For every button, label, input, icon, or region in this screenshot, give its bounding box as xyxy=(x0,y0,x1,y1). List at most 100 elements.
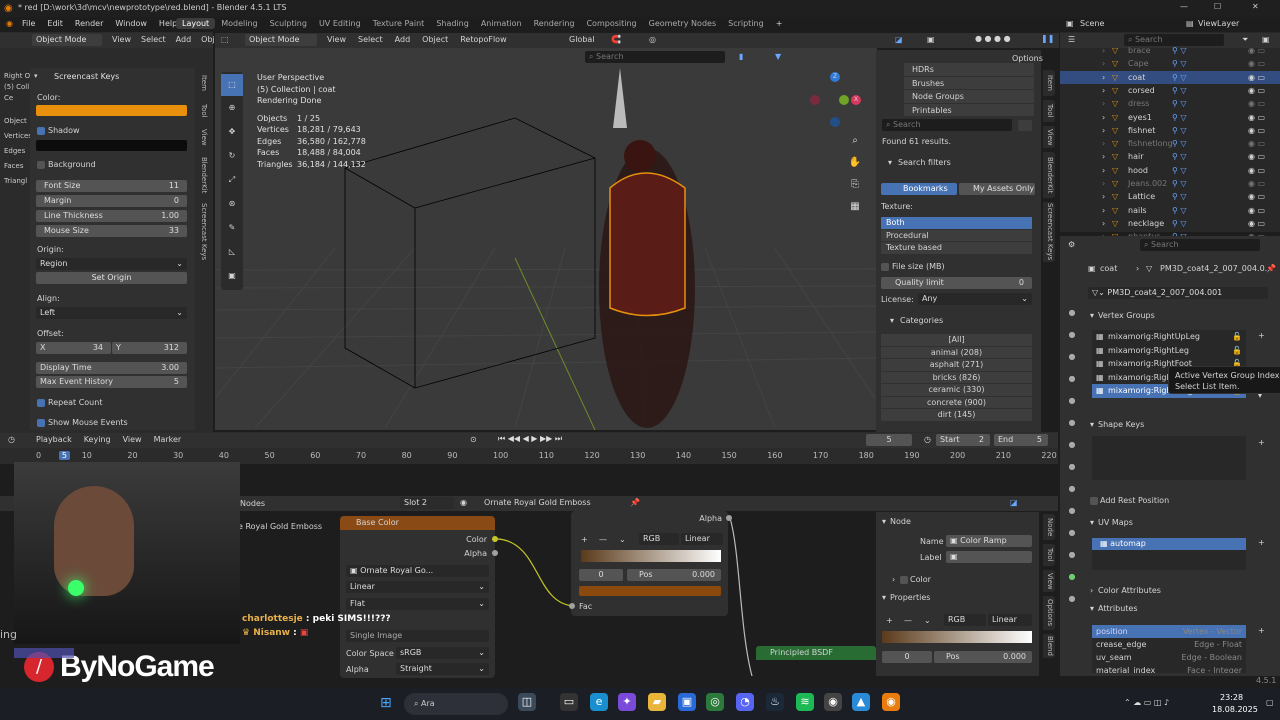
playback-controls-icon[interactable]: ⏮ ◀◀ ◀ ▶ ▶▶ ⏭ xyxy=(498,434,562,444)
obs-icon[interactable]: ◉ xyxy=(824,693,842,711)
attribute-row[interactable]: material_index Face - Integer xyxy=(1092,664,1246,673)
filter-icon[interactable]: ▼ xyxy=(775,52,781,61)
sidebar-tab[interactable]: Node xyxy=(1043,514,1055,540)
color-attributes-label[interactable]: Color Attributes xyxy=(1098,586,1161,595)
spotify-icon[interactable]: ≋ xyxy=(796,693,814,711)
category-item[interactable]: asphalt (271) xyxy=(881,359,1032,372)
menu-item[interactable]: Window xyxy=(115,19,147,28)
blender-taskbar-icon[interactable]: ◉ xyxy=(882,693,900,711)
chevron-down-icon[interactable]: ⌄ xyxy=(924,616,931,625)
viewport-mode-dropdown[interactable]: Object Mode xyxy=(245,34,317,46)
outliner-row[interactable]: › ▽ nails ⚲ ▽ ◉ ▭ xyxy=(1060,204,1280,217)
display-time-field[interactable]: Display Time 3.00 xyxy=(36,362,187,374)
expand-icon[interactable]: › xyxy=(1102,71,1105,84)
shadow-color-swatch[interactable] xyxy=(36,140,187,151)
ramp-mode-dropdown[interactable]: RGB xyxy=(639,533,679,545)
constraints-icon[interactable]: ● xyxy=(1064,544,1080,566)
ramp-gradient[interactable] xyxy=(581,550,721,562)
category-item[interactable]: [All] xyxy=(881,334,1032,347)
uv-maps-label[interactable]: UV Maps xyxy=(1098,518,1133,527)
pin-icon[interactable]: 📌 xyxy=(1266,264,1276,273)
visibility-icon[interactable]: ◉ ▭ xyxy=(1248,71,1265,84)
properties-search-field[interactable]: ⌕ Search xyxy=(1140,239,1260,251)
copilot-icon[interactable]: ✦ xyxy=(618,693,636,711)
sidebar-tab[interactable]: View xyxy=(1043,570,1055,592)
axis-neg-z-icon[interactable] xyxy=(830,117,840,127)
ramp-remove-icon[interactable]: — xyxy=(599,535,607,544)
expand-icon[interactable]: › xyxy=(1102,190,1105,203)
expand-icon[interactable]: › xyxy=(1102,150,1105,163)
record-icon[interactable]: ⊙ xyxy=(470,435,477,444)
axis-x-icon[interactable]: X xyxy=(851,95,861,105)
outliner-row[interactable]: › ▽ eyes1 ⚲ ▽ ◉ ▭ xyxy=(1060,111,1280,124)
sk-add-icon[interactable]: + xyxy=(1258,438,1265,447)
camera-icon[interactable]: ⎘ xyxy=(847,174,863,196)
workspace-tab[interactable]: Scripting xyxy=(722,18,770,29)
texture-option[interactable]: Procedural xyxy=(881,229,1032,242)
workspace-tab[interactable]: Geometry Nodes xyxy=(643,18,722,29)
current-frame-marker[interactable]: 5 xyxy=(58,451,70,460)
menu-item[interactable]: Render xyxy=(75,19,103,28)
outliner-row[interactable]: › ▽ hood ⚲ ▽ ◉ ▭ xyxy=(1060,164,1280,177)
timeline-menu-item[interactable]: Marker xyxy=(154,435,182,444)
axis-z-icon[interactable]: Z xyxy=(830,72,840,82)
expand-icon[interactable]: › xyxy=(1102,111,1105,124)
asset-type-item[interactable]: HDRs xyxy=(904,63,1034,77)
expand-icon[interactable]: › xyxy=(1102,137,1105,150)
visibility-icon[interactable]: ◉ ▭ xyxy=(1248,84,1265,97)
workspace-tab[interactable]: Texture Paint xyxy=(367,18,431,29)
left-mode-dropdown[interactable]: Object Mode xyxy=(32,34,102,46)
workspace-tab[interactable]: Modeling xyxy=(215,18,263,29)
workspace-tab[interactable]: Sculpting xyxy=(264,18,313,29)
workspace-tab[interactable]: Compositing xyxy=(580,18,642,29)
prop-add-icon[interactable]: + xyxy=(886,616,893,625)
visibility-icon[interactable]: ◉ ▭ xyxy=(1248,124,1265,137)
visibility-icon[interactable]: ◉ ▭ xyxy=(1248,217,1265,230)
uv-add-icon[interactable]: + xyxy=(1258,538,1265,547)
menu-item[interactable]: Help xyxy=(159,19,177,28)
select-box-tool-icon[interactable]: ⬚ xyxy=(221,74,243,96)
outliner-row[interactable]: › ▽ Cape ⚲ ▽ ◉ ▭ xyxy=(1060,57,1280,70)
vertex-groups-label[interactable]: Vertex Groups xyxy=(1098,311,1155,320)
zoom-icon[interactable]: ⌕ xyxy=(847,130,863,152)
add-workspace-button[interactable]: + xyxy=(770,18,789,29)
preview-range-icon[interactable]: ◷ xyxy=(924,435,931,444)
cursor-tool-icon[interactable]: ⊕ xyxy=(221,96,243,120)
expand-icon[interactable]: › xyxy=(1102,124,1105,137)
menu-item[interactable]: File xyxy=(22,19,35,28)
windows-start-icon[interactable]: ⊞ xyxy=(380,695,392,711)
visibility-icon[interactable]: ◉ ▭ xyxy=(1248,44,1265,57)
vg-add-icon[interactable]: + xyxy=(1258,331,1265,340)
asset-type-item[interactable]: Printables xyxy=(904,103,1034,117)
snap-icon[interactable]: 🧲 xyxy=(611,35,621,44)
world-icon[interactable]: ● xyxy=(1064,412,1080,434)
transform-tool-icon[interactable]: ⊛ xyxy=(221,192,243,216)
sidebar-tab[interactable]: BlenderKit xyxy=(197,152,209,198)
expand-icon[interactable]: › xyxy=(1102,217,1105,230)
edge-browser-icon[interactable]: e xyxy=(590,693,608,711)
view-gizmo[interactable]: Z X xyxy=(810,72,863,132)
repeat-count-checkbox[interactable] xyxy=(37,399,45,407)
show-mouse-checkbox[interactable] xyxy=(37,419,45,427)
license-dropdown[interactable]: Any ⌄ xyxy=(918,293,1032,305)
texture-option[interactable]: Texture based xyxy=(881,242,1032,255)
prop-mode-dropdown[interactable]: RGB xyxy=(944,614,986,626)
new-collection-icon[interactable]: ▣ xyxy=(1262,35,1270,44)
expand-icon[interactable]: › xyxy=(1102,204,1105,217)
scene-name[interactable]: Scene xyxy=(1080,19,1104,28)
visibility-icon[interactable]: ◉ ▭ xyxy=(1248,204,1265,217)
viewport-menu-item[interactable]: Object xyxy=(422,35,448,44)
visibility-icon[interactable]: ◉ ▭ xyxy=(1248,177,1265,190)
object-icon[interactable]: ● xyxy=(1064,456,1080,478)
color-ramp-node[interactable]: Alpha + — ⌄ RGB Linear 0 Pos 0.000 Fac xyxy=(571,511,728,616)
outliner-row[interactable]: › ▽ dress ⚲ ▽ ◉ ▭ xyxy=(1060,97,1280,110)
output-icon[interactable]: ● xyxy=(1064,346,1080,368)
node-label-field[interactable]: ▣ xyxy=(946,551,1032,563)
expand-icon[interactable]: › xyxy=(1102,84,1105,97)
visibility-icon[interactable]: ◉ ▭ xyxy=(1248,150,1265,163)
sidebar-tab[interactable]: Tool xyxy=(1043,544,1055,566)
outliner-row[interactable]: › ▽ hair ⚲ ▽ ◉ ▭ xyxy=(1060,150,1280,163)
prop-pos-field[interactable]: Pos 0.000 xyxy=(934,651,1032,663)
viewport-menu-item[interactable]: Select xyxy=(358,35,383,44)
align-dropdown[interactable]: Left ⌄ xyxy=(36,307,187,319)
